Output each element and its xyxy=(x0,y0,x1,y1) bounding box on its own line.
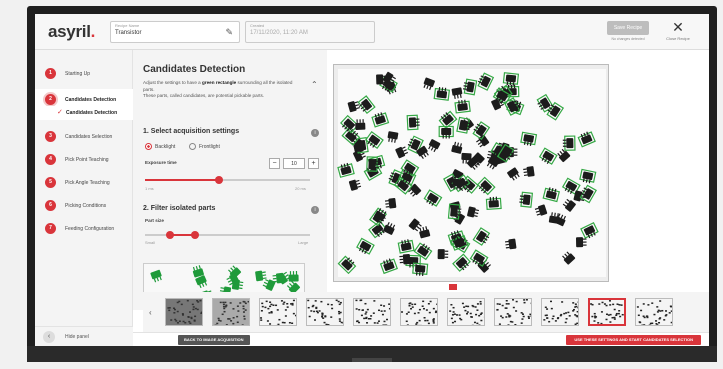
image-thumbnail[interactable] xyxy=(447,298,485,326)
camera-detection-image[interactable] xyxy=(333,64,609,282)
exposure-min-label: 1 ms xyxy=(145,186,154,191)
steps-sidebar: 1 Starting Up 2 Candidates Detection ✓ C… xyxy=(35,50,133,346)
exposure-slider[interactable] xyxy=(145,176,310,184)
close-icon: ✕ xyxy=(672,19,684,35)
step-pick-point-teaching[interactable]: 4 Pick Point Teaching xyxy=(35,151,133,169)
created-value: 17/11/2020, 11:20 AM xyxy=(250,30,308,36)
image-thumbnail[interactable] xyxy=(494,298,532,326)
frontlight-radio[interactable]: Frontlight xyxy=(189,143,220,150)
recipe-name-value: Transistor xyxy=(115,30,142,36)
recipe-name-label: Recipe Name xyxy=(115,23,140,28)
image-thumbnail[interactable] xyxy=(259,298,297,326)
exposure-max-label: 20 ms xyxy=(295,186,306,191)
save-recipe-button[interactable]: Save Recipe xyxy=(607,21,649,35)
exposure-value[interactable]: 10 xyxy=(283,158,305,169)
exposure-time-label: Exposure time xyxy=(145,160,177,165)
no-changes-text: No changes detected xyxy=(611,37,645,41)
image-thumbnail[interactable] xyxy=(588,298,626,326)
step-label: Candidates Selection xyxy=(65,134,113,140)
top-bar: asyril. Recipe Name Transistor ✎ Created… xyxy=(35,14,709,50)
image-history-strip: ‹ › xyxy=(143,292,709,332)
step-feeding-configuration[interactable]: 7 Feeding Configuration xyxy=(35,220,133,238)
step-number: 5 xyxy=(45,177,56,188)
step-number: 3 xyxy=(45,131,56,142)
hide-panel-button[interactable]: ‹ Hide panel xyxy=(35,326,133,346)
bottom-action-bar: BACK TO IMAGE ACQUISITION USE THESE SETT… xyxy=(133,332,709,346)
chevron-up-icon[interactable]: ⌃ xyxy=(311,80,318,89)
step-number: 4 xyxy=(45,154,56,165)
panel-title: Candidates Detection xyxy=(143,64,246,75)
pencil-icon[interactable]: ✎ xyxy=(225,27,233,38)
plus-button[interactable]: + xyxy=(308,158,319,169)
radio-empty-icon xyxy=(189,143,196,150)
image-thumbnail[interactable] xyxy=(541,298,579,326)
selected-image-marker xyxy=(449,284,457,290)
image-thumbnail[interactable] xyxy=(165,298,203,326)
backlight-radio[interactable]: Backlight xyxy=(145,143,175,150)
radio-selected-icon xyxy=(145,143,152,150)
image-thumbnail[interactable] xyxy=(212,298,250,326)
part-size-slider[interactable] xyxy=(145,231,310,239)
step-label: Pick Point Teaching xyxy=(65,157,109,163)
step-starting-up[interactable]: 1 Starting Up xyxy=(35,65,133,83)
step-pick-angle-teaching[interactable]: 5 Pick Angle Teaching xyxy=(35,174,133,192)
image-thumbnail[interactable] xyxy=(353,298,391,326)
chevron-left-icon: ‹ xyxy=(43,331,55,343)
exposure-stepper: − 10 + xyxy=(269,158,319,169)
hide-panel-label: Hide panel xyxy=(65,334,89,340)
size-max-label: Large xyxy=(298,240,309,245)
recipe-name-field[interactable]: Recipe Name Transistor ✎ xyxy=(110,21,240,43)
step-number: 1 xyxy=(45,68,56,79)
monitor-frame: asyril. Recipe Name Transistor ✎ Created… xyxy=(27,6,717,362)
image-thumbnail[interactable] xyxy=(635,298,673,326)
substep-label: Candidates Detection xyxy=(66,110,118,116)
step-label: Picking Conditions xyxy=(65,203,107,209)
part-size-min-handle[interactable] xyxy=(165,231,174,239)
image-thumbnail[interactable] xyxy=(306,298,344,326)
substep-candidates-detection[interactable]: ✓ Candidates Detection xyxy=(35,106,133,120)
info-icon[interactable]: i xyxy=(311,206,319,214)
app-screen: asyril. Recipe Name Transistor ✎ Created… xyxy=(35,14,709,346)
created-label: Created xyxy=(250,23,265,28)
filter-parts-heading: 2. Filter isolated parts xyxy=(143,205,216,212)
step-number: 7 xyxy=(45,223,56,234)
monitor-bezel xyxy=(27,346,717,362)
exposure-slider-handle[interactable] xyxy=(215,176,224,184)
part-size-max-handle[interactable] xyxy=(190,231,199,239)
step-picking-conditions[interactable]: 6 Picking Conditions xyxy=(35,197,133,215)
check-icon: ✓ xyxy=(57,109,63,116)
created-field: Created 17/11/2020, 11:20 AM xyxy=(245,21,375,43)
step-label: Candidates Detection xyxy=(65,97,117,103)
step-number: 6 xyxy=(45,200,56,211)
panel-description: Adjust the settings to have a green rect… xyxy=(143,80,293,98)
step-label: Pick Angle Teaching xyxy=(65,180,110,186)
use-settings-button[interactable]: USE THESE SETTINGS AND START CANDIDATES … xyxy=(566,335,701,345)
close-recipe-button[interactable]: ✕ Close Recipe xyxy=(661,18,695,46)
step-number: 2 xyxy=(45,94,56,105)
back-to-image-acquisition-button[interactable]: BACK TO IMAGE ACQUISITION xyxy=(178,335,250,345)
info-icon[interactable]: i xyxy=(311,129,319,137)
step-label: Feeding Configuration xyxy=(65,226,115,232)
part-size-label: Part size xyxy=(145,218,164,223)
step-candidates-selection[interactable]: 3 Candidates Selection xyxy=(35,128,133,146)
asyril-logo: asyril. xyxy=(48,22,96,41)
acquisition-settings-heading: 1. Select acquisition settings xyxy=(143,128,240,135)
image-thumbnail[interactable] xyxy=(400,298,438,326)
minus-button[interactable]: − xyxy=(269,158,280,169)
step-label: Starting Up xyxy=(65,71,91,77)
size-min-label: Small xyxy=(145,240,156,245)
exposure-slider-fill xyxy=(145,179,220,181)
close-recipe-label: Close Recipe xyxy=(666,36,690,41)
chevron-left-icon[interactable]: ‹ xyxy=(149,308,152,317)
